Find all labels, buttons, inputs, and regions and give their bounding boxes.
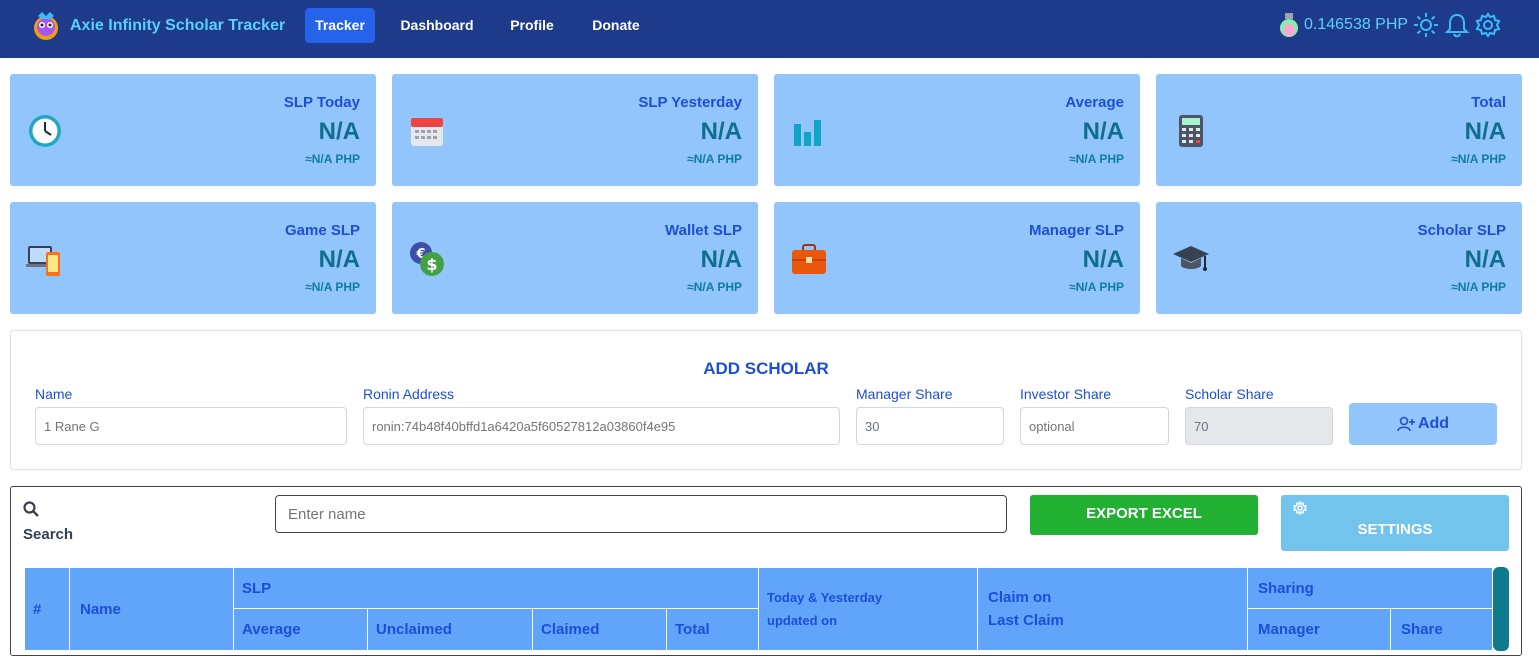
search-input[interactable] — [275, 495, 1007, 533]
card-php: ≈N/A PHP — [1451, 280, 1506, 294]
name-input[interactable] — [35, 407, 347, 445]
th-share: Share — [1390, 608, 1493, 651]
card-label: Manager SLP — [1028, 222, 1124, 239]
th-unclaimed: Unclaimed — [367, 608, 533, 651]
clock-icon — [29, 115, 61, 147]
nav-donate[interactable]: Donate — [584, 8, 648, 43]
card-label: Total — [1471, 94, 1506, 111]
card-scholar-slp: Scholar SLP N/A ≈N/A PHP — [1156, 202, 1522, 314]
bell-icon[interactable] — [1444, 12, 1470, 38]
add-scholar-panel: ADD SCHOLAR Name Ronin Address Manager S… — [10, 330, 1522, 470]
export-excel-button[interactable]: EXPORT EXCEL — [1030, 495, 1258, 535]
card-label: Game SLP — [284, 222, 360, 239]
user-plus-icon — [1397, 416, 1415, 432]
card-php: ≈N/A PHP — [687, 280, 742, 294]
th-claim: Claim on Last Claim — [977, 567, 1248, 651]
briefcase-icon — [792, 244, 826, 274]
bar-chart-icon — [794, 120, 821, 146]
card-slp-yesterday: SLP Yesterday N/A ≈N/A PHP — [392, 74, 758, 186]
nav-dashboard[interactable]: Dashboard — [394, 8, 480, 43]
card-label: Scholar SLP — [1417, 222, 1506, 239]
card-php: ≈N/A PHP — [1451, 152, 1506, 166]
name-label: Name — [35, 386, 73, 402]
scholar-share-label: Scholar Share — [1185, 386, 1274, 402]
gear-icon — [1293, 501, 1307, 515]
th-today-yesterday-line1: Today & Yesterday — [767, 590, 883, 605]
card-label: Average — [1065, 94, 1124, 111]
currency-exchange-icon: € $ — [410, 242, 444, 276]
app-title: Axie Infinity Scholar Tracker — [70, 17, 286, 34]
th-last-claim: Last Claim — [988, 612, 1064, 629]
card-value: N/A — [1464, 246, 1506, 273]
th-manager: Manager — [1247, 608, 1391, 651]
search-label: Search — [23, 526, 74, 543]
slp-price-text: 0.146538 PHP — [1304, 16, 1409, 33]
devices-icon — [26, 246, 60, 276]
table-scrollbar[interactable] — [1493, 567, 1509, 651]
settings-label: SETTINGS — [1357, 521, 1433, 538]
card-php: ≈N/A PHP — [1069, 152, 1124, 166]
axie-logo-icon — [34, 12, 58, 40]
card-label: SLP Yesterday — [638, 94, 742, 111]
card-value: N/A — [1082, 118, 1124, 145]
scholar-share-input — [1185, 407, 1333, 445]
th-total: Total — [666, 608, 759, 651]
nav-profile[interactable]: Profile — [500, 8, 564, 43]
th-today-yesterday: Today & Yesterday updated on — [758, 567, 978, 651]
th-average: Average — [233, 608, 368, 651]
svg-text:$: $ — [426, 255, 437, 274]
graduation-cap-icon — [1173, 246, 1209, 271]
card-slp-today: SLP Today N/A ≈N/A PHP — [10, 74, 376, 186]
card-label: Wallet SLP — [665, 222, 742, 239]
gear-icon[interactable] — [1475, 12, 1501, 38]
ronin-address-input[interactable] — [363, 407, 840, 445]
card-value: N/A — [1082, 246, 1124, 273]
card-php: ≈N/A PHP — [1069, 280, 1124, 294]
th-claimed: Claimed — [532, 608, 667, 651]
card-value: N/A — [1464, 118, 1506, 145]
investor-share-label: Investor Share — [1020, 386, 1112, 402]
card-php: ≈N/A PHP — [687, 152, 742, 166]
slp-price: 0.146538 PHP — [1278, 12, 1408, 38]
card-wallet-slp: € $ Wallet SLP N/A ≈N/A PHP — [392, 202, 758, 314]
card-value: N/A — [318, 246, 360, 273]
card-label: SLP Today — [283, 94, 360, 111]
card-php: ≈N/A PHP — [305, 152, 360, 166]
card-php: ≈N/A PHP — [305, 280, 360, 294]
card-game-slp: Game SLP N/A ≈N/A PHP — [10, 202, 376, 314]
search-icon — [23, 501, 39, 517]
card-value: N/A — [700, 118, 742, 145]
scholar-list-panel: Search EXPORT EXCEL SETTINGS # Name SLP … — [10, 486, 1522, 656]
card-average: Average N/A ≈N/A PHP — [774, 74, 1140, 186]
manager-share-label: Manager Share — [856, 386, 953, 402]
calculator-icon — [1179, 115, 1203, 147]
top-navbar: Axie Infinity Scholar Tracker Tracker Da… — [0, 0, 1539, 58]
slp-potion-icon — [1280, 13, 1298, 37]
card-manager-slp: Manager SLP N/A ≈N/A PHP — [774, 202, 1140, 314]
th-slp: SLP — [233, 567, 759, 609]
th-sharing: Sharing — [1247, 567, 1493, 609]
brand[interactable]: Axie Infinity Scholar Tracker — [28, 8, 285, 44]
add-scholar-button[interactable]: Add — [1349, 403, 1497, 445]
card-value: N/A — [318, 118, 360, 145]
th-number: # — [24, 567, 70, 651]
th-claim-on: Claim on — [988, 589, 1052, 606]
sun-icon[interactable] — [1413, 12, 1439, 38]
card-value: N/A — [700, 246, 742, 273]
calendar-icon — [411, 118, 443, 146]
ronin-label: Ronin Address — [363, 386, 455, 402]
nav-tracker[interactable]: Tracker — [305, 8, 375, 43]
settings-button[interactable]: SETTINGS — [1281, 495, 1509, 551]
th-today-yesterday-line2: updated on — [767, 613, 838, 628]
add-button-label: Add — [1417, 415, 1450, 432]
card-total: Total N/A ≈N/A PHP — [1156, 74, 1522, 186]
manager-share-input[interactable] — [856, 407, 1004, 445]
th-name: Name — [69, 567, 234, 651]
add-scholar-title: ADD SCHOLAR — [703, 359, 829, 378]
search-label-wrap: Search — [23, 501, 73, 543]
investor-share-input[interactable] — [1020, 407, 1169, 445]
